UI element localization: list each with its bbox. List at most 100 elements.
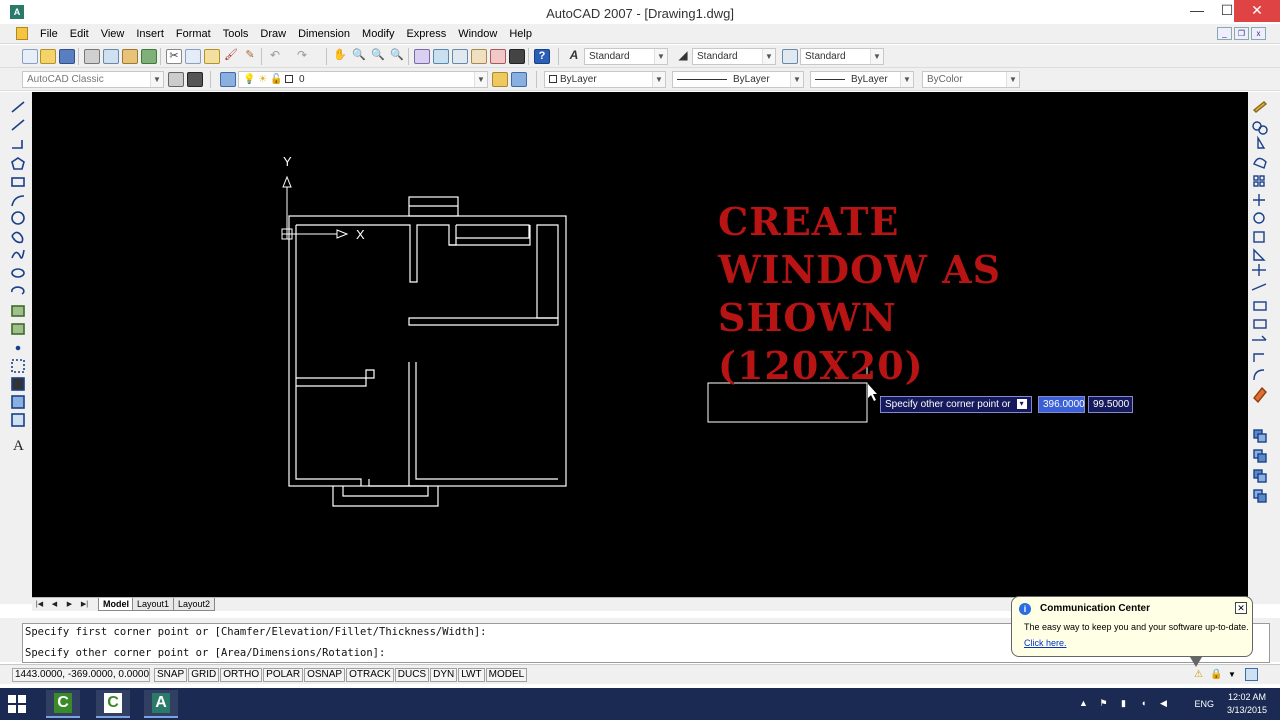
tab-model[interactable]: Model — [98, 598, 134, 611]
layer-select[interactable]: 💡 ☀ 🔓 0 ▼ — [238, 71, 488, 88]
polar-toggle[interactable]: POLAR — [263, 668, 304, 682]
menu-insert[interactable]: Insert — [130, 27, 170, 41]
plot-preview-icon[interactable] — [103, 49, 119, 64]
color-select[interactable]: ByLayer ▼ — [544, 71, 666, 88]
workspace-save-icon[interactable] — [187, 72, 203, 87]
tray-flag-icon[interactable]: ⚑ — [1098, 698, 1109, 709]
publish-icon[interactable] — [122, 49, 138, 64]
tray-wifi-icon[interactable]: ◖ — [1138, 698, 1149, 709]
next-tab-icon[interactable]: ▶ — [64, 599, 75, 610]
osnap-toggle[interactable]: OSNAP — [304, 668, 346, 682]
markup-icon[interactable] — [490, 49, 506, 64]
design-center-icon[interactable] — [433, 49, 449, 64]
tray-battery-icon[interactable]: ▮ — [1118, 698, 1129, 709]
ortho-toggle[interactable]: ORTHO — [220, 668, 263, 682]
properties-icon[interactable] — [414, 49, 430, 64]
undo-icon[interactable]: ↶ — [267, 49, 283, 64]
taskbar-app-autocad[interactable]: A — [144, 690, 178, 718]
taskbar-app-camtasia-2[interactable]: C — [96, 690, 130, 718]
document-icon[interactable] — [16, 27, 28, 40]
tray-chevron-icon[interactable]: ▲ — [1078, 698, 1089, 709]
menu-edit[interactable]: Edit — [64, 27, 95, 41]
layer-thaw-icon[interactable]: ☀ — [258, 74, 267, 85]
menu-express[interactable]: Express — [400, 27, 452, 41]
ducs-toggle[interactable]: DUCS — [394, 668, 430, 682]
last-tab-icon[interactable]: ▶| — [79, 599, 90, 610]
tool-palettes-icon[interactable] — [452, 49, 468, 64]
layer-on-icon[interactable]: 💡 — [243, 74, 255, 85]
cut-icon[interactable]: ✂ — [166, 49, 182, 64]
zoom-previous-icon[interactable]: 🔍 — [389, 49, 405, 64]
plotstyle-select[interactable]: ByColor ▼ — [922, 71, 1020, 88]
menu-file[interactable]: File — [34, 27, 64, 41]
model-toggle[interactable]: MODEL — [485, 668, 528, 682]
balloon-link[interactable]: Click here. — [1024, 638, 1067, 648]
block-editor-icon[interactable]: ✎ — [242, 49, 258, 64]
dynamic-input-prompt[interactable]: Specify other corner point or ▾ — [880, 396, 1032, 413]
make-object-layer-current-icon[interactable] — [492, 72, 508, 87]
menu-tools[interactable]: Tools — [217, 27, 255, 41]
warning-icon[interactable]: ⚠ — [1194, 669, 1206, 681]
snap-toggle[interactable]: SNAP — [154, 668, 188, 682]
menu-dimension[interactable]: Dimension — [292, 27, 356, 41]
save-icon[interactable] — [59, 49, 75, 64]
tab-layout1[interactable]: Layout1 — [132, 598, 175, 611]
text-style-select[interactable]: Standard ▼ — [584, 48, 668, 65]
lwt-toggle[interactable]: LWT — [458, 668, 485, 682]
first-tab-icon[interactable]: |◀ — [34, 599, 45, 610]
windows-start-icon[interactable] — [8, 695, 26, 713]
lock-icon[interactable]: 🔒 — [1210, 669, 1222, 681]
tab-layout2[interactable]: Layout2 — [173, 598, 216, 611]
dim-style-icon[interactable]: ◢ — [675, 49, 691, 64]
plot-icon[interactable] — [84, 49, 100, 64]
close-icon[interactable]: ✕ — [1235, 602, 1247, 614]
layer-manager-icon[interactable] — [220, 72, 236, 87]
previous-tab-icon[interactable]: ◀ — [49, 599, 60, 610]
minimize-button[interactable]: — — [1182, 0, 1212, 22]
doc-close-button[interactable]: x — [1251, 27, 1266, 40]
calculator-icon[interactable] — [509, 49, 525, 64]
linetype-select[interactable]: ByLayer ▼ — [672, 71, 804, 88]
menu-help[interactable]: Help — [503, 27, 538, 41]
menu-view[interactable]: View — [95, 27, 131, 41]
dyn-toggle[interactable]: DYN — [430, 668, 458, 682]
grid-toggle[interactable]: GRID — [188, 668, 220, 682]
drawing-canvas[interactable]: Y X CREATE WINDOW AS SHOWN (120X20) Spec… — [32, 92, 1248, 597]
table-style-select[interactable]: Standard ▼ — [800, 48, 884, 65]
text-style-icon[interactable]: A — [566, 49, 582, 64]
clean-screen-icon[interactable] — [1245, 668, 1258, 681]
help-icon[interactable]: ? — [534, 49, 550, 64]
doc-restore-button[interactable]: ❐ — [1234, 27, 1249, 40]
tray-clock[interactable]: 12:02 AM 3/13/2015 — [1222, 691, 1272, 717]
close-button[interactable]: ✕ — [1234, 0, 1280, 22]
status-menu-icon[interactable]: ▼ — [1228, 670, 1238, 680]
3d-dwf-icon[interactable] — [141, 49, 157, 64]
zoom-realtime-icon[interactable]: 🔍 — [351, 49, 367, 64]
paste-icon[interactable] — [204, 49, 220, 64]
table-style-icon[interactable] — [782, 49, 798, 64]
lineweight-select[interactable]: ByLayer ▼ — [810, 71, 914, 88]
copy-icon[interactable] — [185, 49, 201, 64]
doc-minimize-button[interactable]: _ — [1217, 27, 1232, 40]
match-properties-icon[interactable]: 🖌 — [223, 49, 239, 64]
tray-volume-icon[interactable]: ◀ — [1158, 698, 1169, 709]
layer-previous-icon[interactable] — [511, 72, 527, 87]
dynamic-input-y[interactable]: 99.5000 — [1088, 396, 1133, 413]
dynamic-options-icon[interactable]: ▾ — [1016, 399, 1027, 410]
coordinate-display[interactable]: 1443.0000, -369.0000, 0.0000 — [12, 668, 150, 682]
menu-window[interactable]: Window — [452, 27, 503, 41]
layer-lock-icon[interactable]: 🔓 — [270, 74, 282, 85]
new-icon[interactable] — [22, 49, 38, 64]
menu-modify[interactable]: Modify — [356, 27, 400, 41]
menu-format[interactable]: Format — [170, 27, 217, 41]
workspace-select[interactable]: AutoCAD Classic ▼ — [22, 71, 164, 88]
taskbar-app-camtasia-1[interactable]: C — [46, 690, 80, 718]
sheet-set-icon[interactable] — [471, 49, 487, 64]
menu-draw[interactable]: Draw — [254, 27, 292, 41]
otrack-toggle[interactable]: OTRACK — [346, 668, 394, 682]
redo-icon[interactable]: ↷ — [294, 49, 310, 64]
dynamic-input-x[interactable]: 396.0000 — [1038, 396, 1085, 413]
dim-style-select[interactable]: Standard ▼ — [692, 48, 776, 65]
workspace-settings-icon[interactable] — [168, 72, 184, 87]
zoom-window-icon[interactable]: 🔍 — [370, 49, 386, 64]
